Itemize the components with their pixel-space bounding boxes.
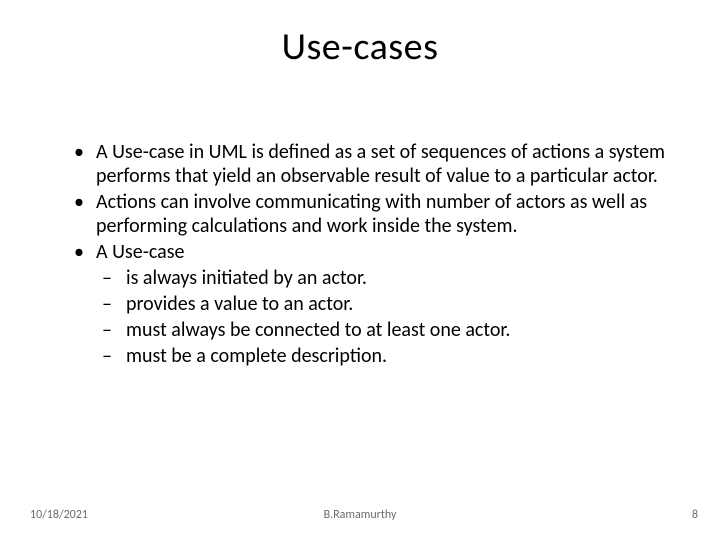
- slide-footer: 10/18/2021 B.Ramamurthy 8: [0, 508, 720, 528]
- list-item: A Use-case in UML is defined as a set of…: [70, 140, 682, 188]
- list-item: must always be connected to at least one…: [96, 318, 682, 342]
- list-item: is always initiated by an actor.: [96, 266, 682, 290]
- list-item: must be a complete description.: [96, 344, 682, 368]
- bullet-text: Actions can involve communicating with n…: [96, 190, 647, 238]
- slide-body: A Use-case in UML is defined as a set of…: [70, 140, 682, 370]
- list-item: A Use-case is always initiated by an act…: [70, 240, 682, 368]
- footer-page-number: 8: [692, 508, 698, 522]
- bullet-text: A Use-case: [96, 240, 184, 264]
- footer-author: B.Ramamurthy: [0, 508, 720, 522]
- slide: Use-cases A Use-case in UML is defined a…: [0, 0, 720, 540]
- sub-bullet-text: provides a value to an actor.: [126, 292, 353, 316]
- list-item: provides a value to an actor.: [96, 292, 682, 316]
- bullet-list: A Use-case in UML is defined as a set of…: [70, 140, 682, 368]
- bullet-text: A Use-case in UML is defined as a set of…: [96, 140, 665, 188]
- sub-bullet-text: is always initiated by an actor.: [126, 266, 367, 290]
- slide-title: Use-cases: [0, 0, 720, 70]
- list-item: Actions can involve communicating with n…: [70, 190, 682, 238]
- sub-bullet-text: must always be connected to at least one…: [126, 318, 510, 342]
- sub-bullet-text: must be a complete description.: [126, 344, 387, 368]
- sub-bullet-list: is always initiated by an actor. provide…: [96, 266, 682, 368]
